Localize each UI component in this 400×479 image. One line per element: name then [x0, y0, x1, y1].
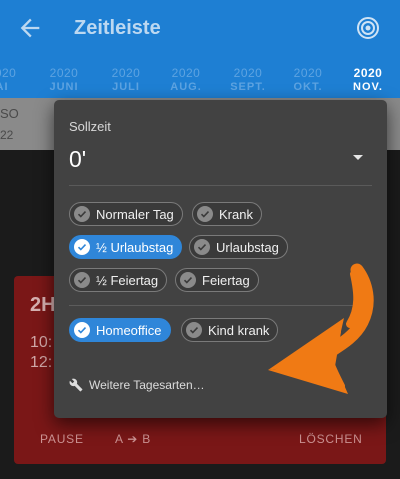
sollzeit-dropdown[interactable]: 0' — [69, 146, 86, 173]
more-day-types-link[interactable]: Weitere Tagesarten… — [69, 378, 205, 392]
page-title: Zeitleiste — [74, 17, 161, 39]
arrow-back-icon[interactable] — [16, 14, 44, 42]
chip-urlaubstag[interactable]: Urlaubstag — [189, 235, 288, 259]
day-number: 22 — [0, 128, 14, 142]
annotation-arrow-icon — [268, 263, 374, 394]
check-icon — [194, 239, 210, 255]
check-icon — [74, 239, 90, 255]
ab-button[interactable]: A ➔ B — [115, 432, 151, 446]
app-bar: Zeitleiste — [0, 0, 400, 58]
start-time: 10: — [30, 334, 53, 351]
pause-button[interactable]: PAUSE — [40, 432, 84, 446]
dropdown-caret-icon[interactable] — [353, 155, 363, 160]
chip-halber-urlaubstag[interactable]: ½ Urlaubstag — [69, 235, 183, 259]
month-tab[interactable]: 2020 JULI — [96, 66, 156, 93]
card-title: 2H — [30, 294, 56, 316]
chip-halber-feiertag[interactable]: ½ Feiertag — [69, 268, 168, 292]
check-icon — [74, 206, 90, 222]
wrench-icon — [69, 378, 83, 392]
dropdown-underline — [69, 185, 372, 186]
month-tab-active[interactable]: 2020 NOV. — [338, 66, 398, 93]
check-icon — [197, 206, 213, 222]
delete-button[interactable]: LÖSCHEN — [299, 432, 363, 446]
weekday-label: SO — [0, 106, 19, 121]
check-icon — [74, 272, 90, 288]
check-icon — [180, 272, 196, 288]
month-tab[interactable]: 2020 JUNI — [34, 66, 94, 93]
target-icon[interactable] — [356, 16, 380, 40]
sollzeit-label: Sollzeit — [69, 119, 111, 134]
chip-normaler-tag[interactable]: Normaler Tag — [69, 202, 183, 226]
month-strip: 2020 AI 2020 JUNI 2020 JULI 2020 AUG. 20… — [0, 58, 400, 98]
month-tab[interactable]: 2020 OKT. — [278, 66, 338, 93]
end-time: 12: — [30, 354, 53, 371]
month-tab[interactable]: 2020 AUG. — [156, 66, 216, 93]
chip-krank[interactable]: Krank — [192, 202, 262, 226]
check-icon — [74, 322, 90, 338]
month-tab[interactable]: 2020 SEPT. — [218, 66, 278, 93]
month-tab[interactable]: 2020 AI — [0, 66, 32, 93]
chip-homeoffice[interactable]: Homeoffice — [69, 318, 171, 342]
check-icon — [186, 322, 202, 338]
chip-feiertag[interactable]: Feiertag — [175, 268, 259, 292]
